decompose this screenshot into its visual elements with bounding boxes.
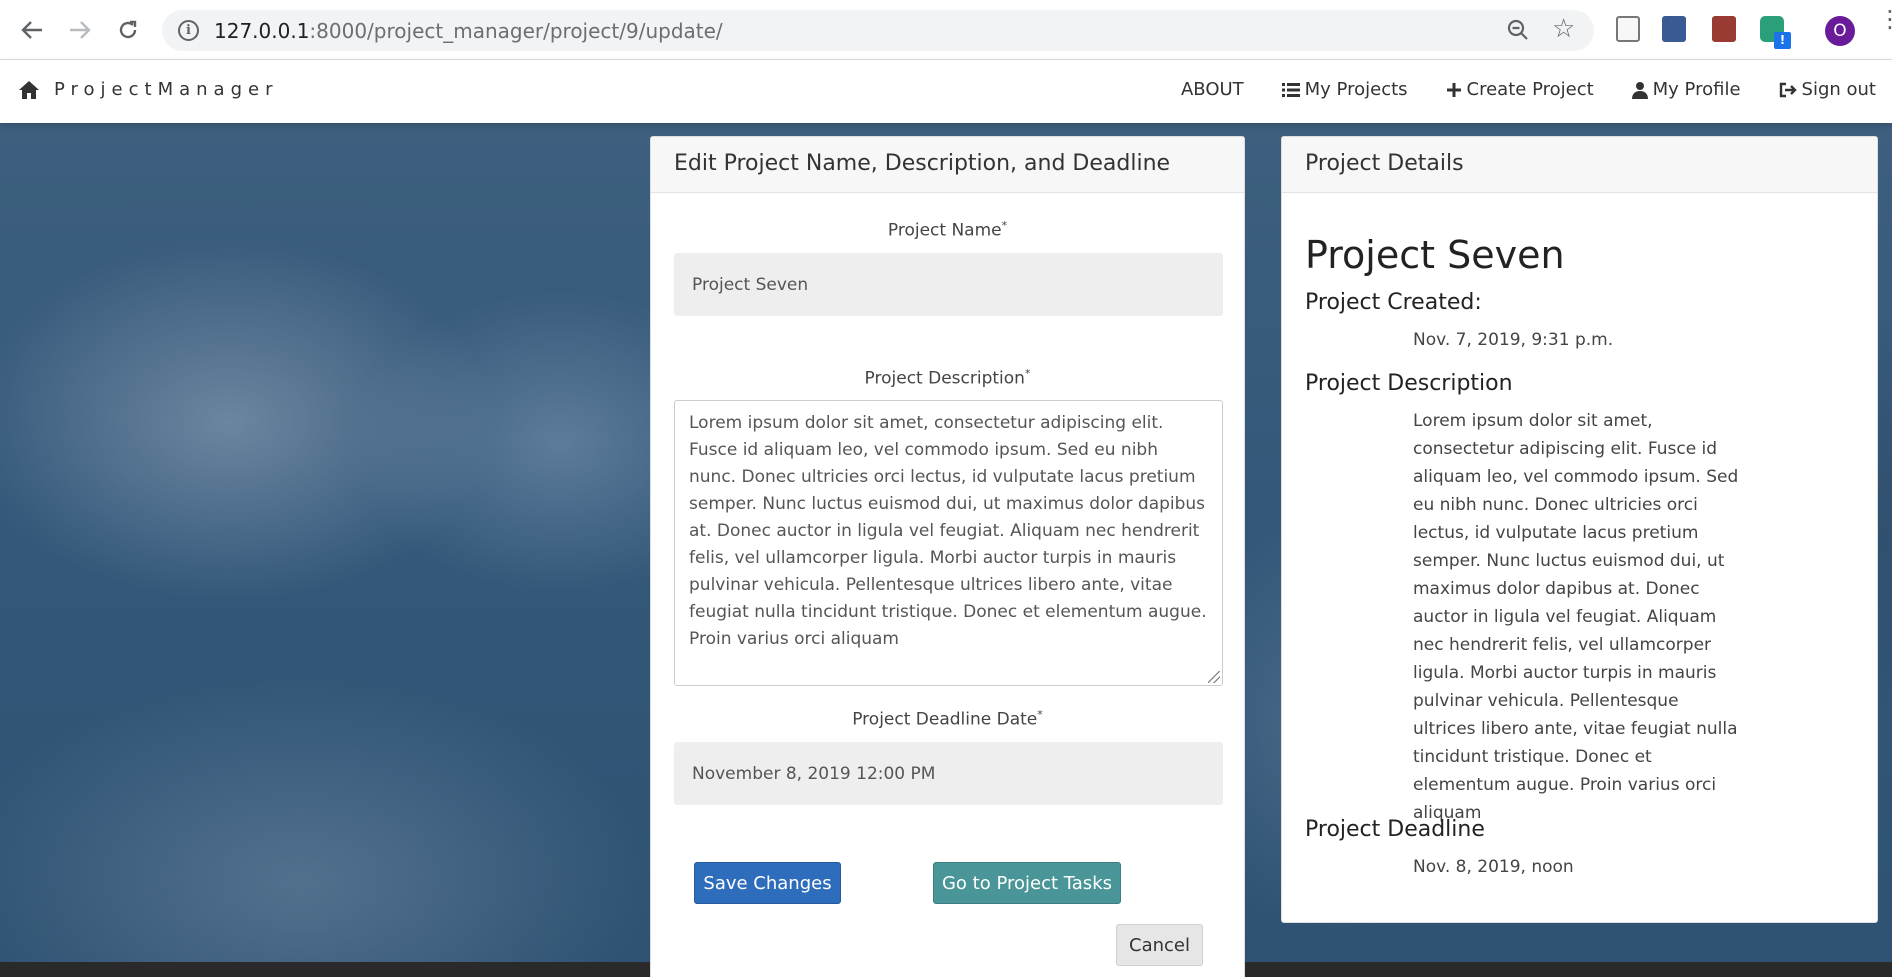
url-path: :8000/project_manager/project/9/update/ <box>309 19 723 43</box>
project-name-input[interactable]: Project Seven <box>674 253 1223 316</box>
star-icon[interactable]: ☆ <box>1552 14 1575 44</box>
reload-icon[interactable] <box>112 14 144 46</box>
created-heading: Project Created: <box>1305 290 1482 315</box>
details-card-header: Project Details <box>1282 137 1877 193</box>
nav-sign-out-label: Sign out <box>1801 79 1876 100</box>
project-description-value: Lorem ipsum dolor sit amet, consectetur … <box>689 413 1207 649</box>
go-to-tasks-button[interactable]: Go to Project Tasks <box>933 862 1121 904</box>
brand-name: ProjectManager <box>54 79 279 100</box>
required-mark: * <box>1001 219 1008 232</box>
nav-create-project[interactable]: Create Project <box>1446 79 1594 100</box>
description-heading: Project Description <box>1305 371 1513 396</box>
sign-out-icon <box>1779 82 1797 97</box>
project-name-value: Project Seven <box>692 274 809 295</box>
home-icon <box>19 80 39 99</box>
zoom-out-icon[interactable] <box>1506 18 1530 48</box>
project-deadline-label-text: Project Deadline Date <box>852 709 1038 730</box>
project-name-label: Project Name* <box>651 219 1244 241</box>
project-description-label: Project Description* <box>651 367 1244 389</box>
nav-about-label: ABOUT <box>1180 79 1244 100</box>
project-description-textarea[interactable]: Lorem ipsum dolor sit amet, consectetur … <box>674 400 1223 686</box>
nav-my-projects-label: My Projects <box>1304 79 1408 100</box>
info-icon[interactable]: i <box>178 20 199 41</box>
nav-my-projects[interactable]: My Projects <box>1281 79 1408 100</box>
deadline-value: Nov. 8, 2019, noon <box>1413 857 1574 877</box>
project-name-label-text: Project Name <box>887 220 1002 241</box>
nav-links: ABOUT My Projects Create Project My Prof… <box>1143 79 1876 100</box>
description-value: Lorem ipsum dolor sit amet, consectetur … <box>1413 411 1739 823</box>
project-deadline-value: November 8, 2019 12:00 PM <box>692 763 936 784</box>
url-host: 127.0.0.1 <box>214 19 310 43</box>
pdf-extension-icon[interactable] <box>1712 16 1736 42</box>
project-title: Project Seven <box>1305 233 1565 277</box>
address-bar[interactable]: i 127.0.0.1:8000/project_manager/project… <box>162 10 1594 51</box>
project-details-card: Project Details Project Seven Project Cr… <box>1281 136 1878 923</box>
required-mark: * <box>1037 708 1043 721</box>
project-description-label-text: Project Description <box>864 368 1025 389</box>
user-icon <box>1631 81 1648 99</box>
forward-icon[interactable] <box>64 14 96 46</box>
deadline-heading: Project Deadline <box>1305 817 1485 842</box>
extension-badge: ! <box>1774 32 1791 49</box>
project-deadline-label: Project Deadline Date* <box>651 708 1244 730</box>
project-deadline-input[interactable]: November 8, 2019 12:00 PM <box>674 742 1223 805</box>
back-icon[interactable] <box>16 14 48 46</box>
app-navbar: ProjectManager ABOUT My Projects Create … <box>0 60 1892 123</box>
nav-my-profile[interactable]: My Profile <box>1631 79 1741 100</box>
edit-project-card: Edit Project Name, Description, and Dead… <box>650 136 1245 977</box>
created-value: Nov. 7, 2019, 9:31 p.m. <box>1413 330 1614 350</box>
resize-handle-icon[interactable] <box>1208 671 1220 683</box>
nav-my-profile-label: My Profile <box>1652 79 1741 100</box>
edit-card-header: Edit Project Name, Description, and Dead… <box>651 137 1244 193</box>
list-icon <box>1281 82 1300 97</box>
more-menu-icon[interactable]: ⋮ <box>1878 7 1892 31</box>
brand-link[interactable]: ProjectManager <box>18 79 278 100</box>
nav-about[interactable]: ABOUT <box>1181 79 1244 100</box>
document-extension-icon[interactable] <box>1616 16 1640 42</box>
plus-icon <box>1446 82 1461 97</box>
browser-toolbar: i 127.0.0.1:8000/project_manager/project… <box>0 0 1892 60</box>
required-mark: * <box>1024 367 1031 380</box>
nav-create-project-label: Create Project <box>1466 79 1594 100</box>
url-text[interactable]: 127.0.0.1:8000/project_manager/project/9… <box>214 19 723 43</box>
nav-sign-out[interactable]: Sign out <box>1779 79 1876 100</box>
save-changes-button[interactable]: Save Changes <box>694 862 841 904</box>
cancel-button[interactable]: Cancel <box>1116 924 1203 966</box>
puzzle-extension-icon[interactable] <box>1662 16 1686 42</box>
profile-avatar[interactable]: O <box>1825 16 1855 46</box>
